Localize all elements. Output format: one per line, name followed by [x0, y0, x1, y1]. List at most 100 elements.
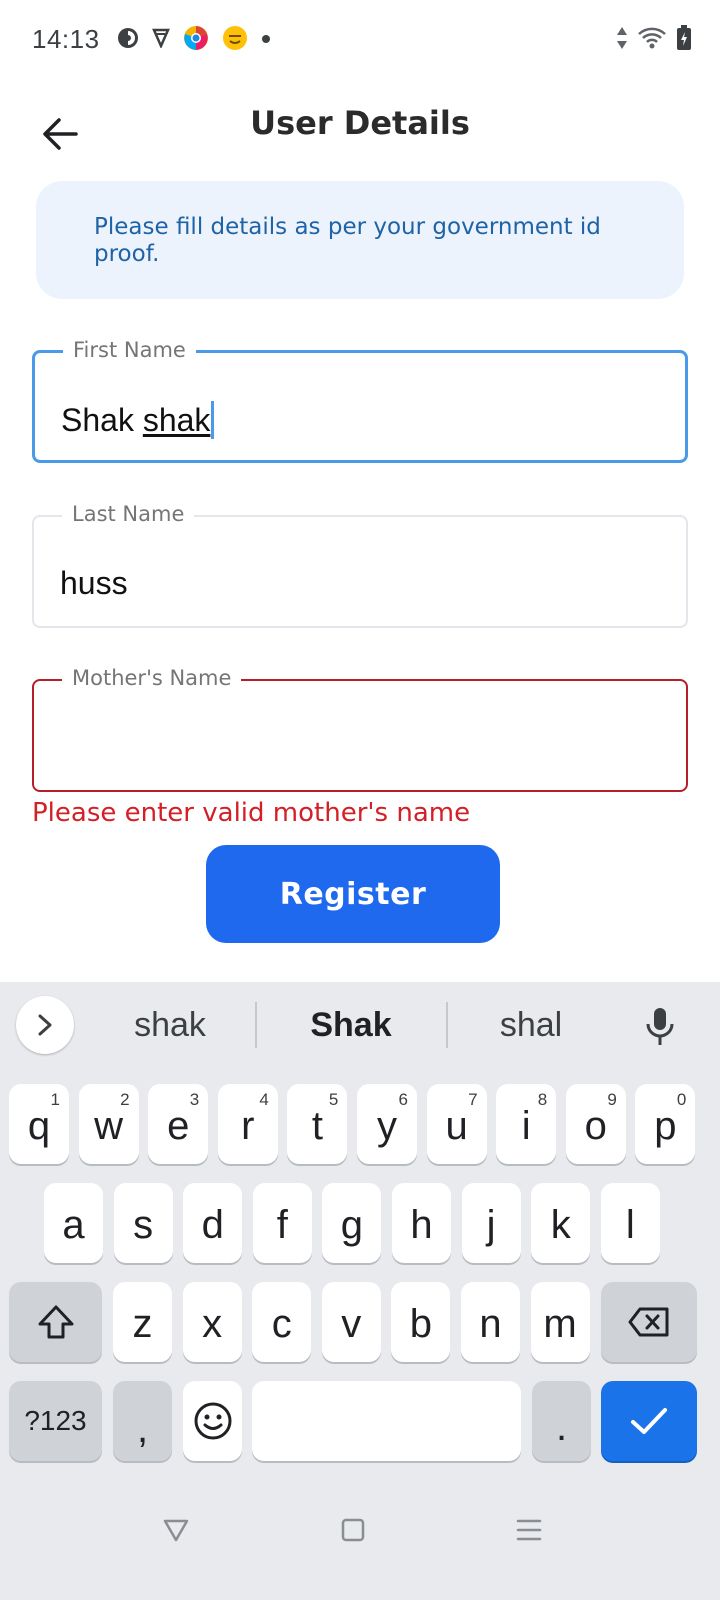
first-name-field[interactable]: First Name Shak shak — [32, 338, 688, 463]
key-g[interactable]: g — [322, 1183, 382, 1263]
period-key-label: . — [555, 1404, 568, 1449]
nav-home-button[interactable] — [333, 1510, 373, 1550]
key-j[interactable]: j — [461, 1183, 521, 1263]
first-name-label: First Name — [63, 338, 196, 362]
key-number-hint: 4 — [259, 1090, 269, 1109]
key-label: l — [625, 1202, 635, 1247]
key-label: c — [271, 1301, 292, 1346]
mothers-name-input[interactable] — [58, 715, 658, 765]
key-k[interactable]: k — [531, 1183, 591, 1263]
emoji-app-icon — [222, 25, 248, 56]
last-name-field[interactable]: Last Name huss — [32, 502, 688, 628]
status-bar: 14:13 — [0, 0, 720, 80]
shift-key[interactable] — [9, 1282, 102, 1362]
page-title: User Details — [250, 104, 470, 142]
done-key[interactable] — [601, 1381, 697, 1461]
key-b[interactable]: b — [391, 1282, 451, 1362]
key-a[interactable]: a — [44, 1183, 103, 1263]
key-d[interactable]: d — [183, 1183, 243, 1263]
key-u[interactable]: 7u — [426, 1084, 487, 1164]
key-i[interactable]: 8i — [496, 1084, 557, 1164]
suggestion-2[interactable]: Shak — [266, 1006, 436, 1045]
emoji-smile-icon — [194, 1402, 231, 1440]
info-banner-text: Please fill details as per your governme… — [94, 214, 601, 267]
key-label: e — [167, 1103, 190, 1148]
key-t[interactable]: 5t — [287, 1084, 348, 1164]
key-h[interactable]: h — [392, 1183, 451, 1263]
register-button[interactable]: Register — [206, 845, 500, 943]
nav-back-button[interactable] — [156, 1510, 196, 1550]
key-label: h — [410, 1202, 433, 1247]
key-number-hint: 0 — [676, 1090, 687, 1109]
key-number-hint: 8 — [537, 1090, 548, 1109]
key-r[interactable]: 4r — [217, 1084, 278, 1164]
system-nav-bar — [0, 1488, 720, 1600]
mothers-name-field[interactable]: Mother's Name — [32, 666, 688, 792]
key-label: a — [62, 1202, 85, 1247]
key-w[interactable]: 2w — [78, 1084, 139, 1164]
info-banner: Please fill details as per your governme… — [36, 181, 684, 299]
backspace-key[interactable] — [601, 1282, 697, 1362]
key-s[interactable]: s — [113, 1183, 173, 1263]
mothers-name-error: Please enter valid mother's name — [32, 798, 471, 828]
key-z[interactable]: z — [113, 1282, 172, 1362]
key-p[interactable]: 0p — [635, 1084, 696, 1164]
key-y[interactable]: 6y — [357, 1084, 417, 1164]
mothers-name-label: Mother's Name — [62, 666, 242, 690]
key-label: x — [202, 1301, 223, 1346]
key-number-hint: 6 — [398, 1090, 408, 1109]
key-number-hint: 3 — [189, 1090, 200, 1109]
first-name-committed-text: Shak — [61, 402, 143, 438]
key-label: f — [276, 1202, 288, 1247]
status-system-icons — [616, 24, 692, 55]
emoji-key[interactable] — [183, 1381, 242, 1461]
key-v[interactable]: v — [321, 1282, 381, 1362]
suggestion-1[interactable]: shak — [92, 1006, 248, 1045]
key-o[interactable]: 9o — [565, 1084, 626, 1164]
key-label: g — [340, 1202, 364, 1247]
key-label: k — [550, 1202, 571, 1247]
key-number-hint: 1 — [50, 1090, 60, 1109]
comma-key-label: , — [136, 1406, 149, 1451]
key-q[interactable]: 1q — [9, 1084, 69, 1164]
expand-toolbar-button[interactable] — [16, 996, 74, 1054]
microphone-icon — [646, 1008, 674, 1045]
key-l[interactable]: l — [600, 1183, 660, 1263]
first-name-value[interactable]: Shak shak — [61, 401, 215, 439]
symbols-key-label: ?123 — [24, 1405, 87, 1436]
key-n[interactable]: n — [461, 1282, 520, 1362]
first-name-composing-text: shak — [142, 402, 211, 438]
last-name-value[interactable]: huss — [60, 565, 128, 602]
key-label: b — [409, 1301, 433, 1346]
key-number-hint: 9 — [607, 1090, 617, 1109]
checkmark-icon — [631, 1408, 667, 1434]
last-name-label: Last Name — [62, 502, 195, 526]
period-key[interactable]: . — [532, 1381, 591, 1461]
key-label: v — [341, 1301, 362, 1346]
menu-lines-icon — [516, 1519, 542, 1541]
key-label: q — [27, 1103, 51, 1148]
key-label: d — [201, 1202, 224, 1247]
suggestion-3[interactable]: shal — [456, 1006, 606, 1045]
space-key[interactable] — [252, 1381, 521, 1461]
key-label: t — [311, 1103, 323, 1148]
key-number-hint: 7 — [468, 1090, 478, 1109]
key-label: o — [584, 1103, 607, 1148]
nav-menu-button[interactable] — [509, 1510, 549, 1550]
key-f[interactable]: f — [252, 1183, 312, 1263]
shift-icon — [38, 1305, 73, 1339]
comma-key[interactable]: , — [113, 1381, 172, 1461]
key-label: r — [241, 1103, 255, 1148]
data-arrows-icon — [616, 26, 628, 55]
suggestion-strip: shak Shak shal — [0, 982, 720, 1074]
key-c[interactable]: c — [252, 1282, 312, 1362]
status-time: 14:13 — [32, 24, 100, 54]
key-m[interactable]: m — [530, 1282, 590, 1362]
voice-input-button[interactable] — [638, 1002, 682, 1052]
app-bar: User Details — [0, 90, 720, 180]
symbols-key[interactable]: ?123 — [9, 1381, 102, 1461]
key-label: s — [133, 1202, 154, 1247]
key-label: n — [479, 1301, 502, 1346]
key-e[interactable]: 3e — [148, 1084, 209, 1164]
key-x[interactable]: x — [182, 1282, 242, 1362]
